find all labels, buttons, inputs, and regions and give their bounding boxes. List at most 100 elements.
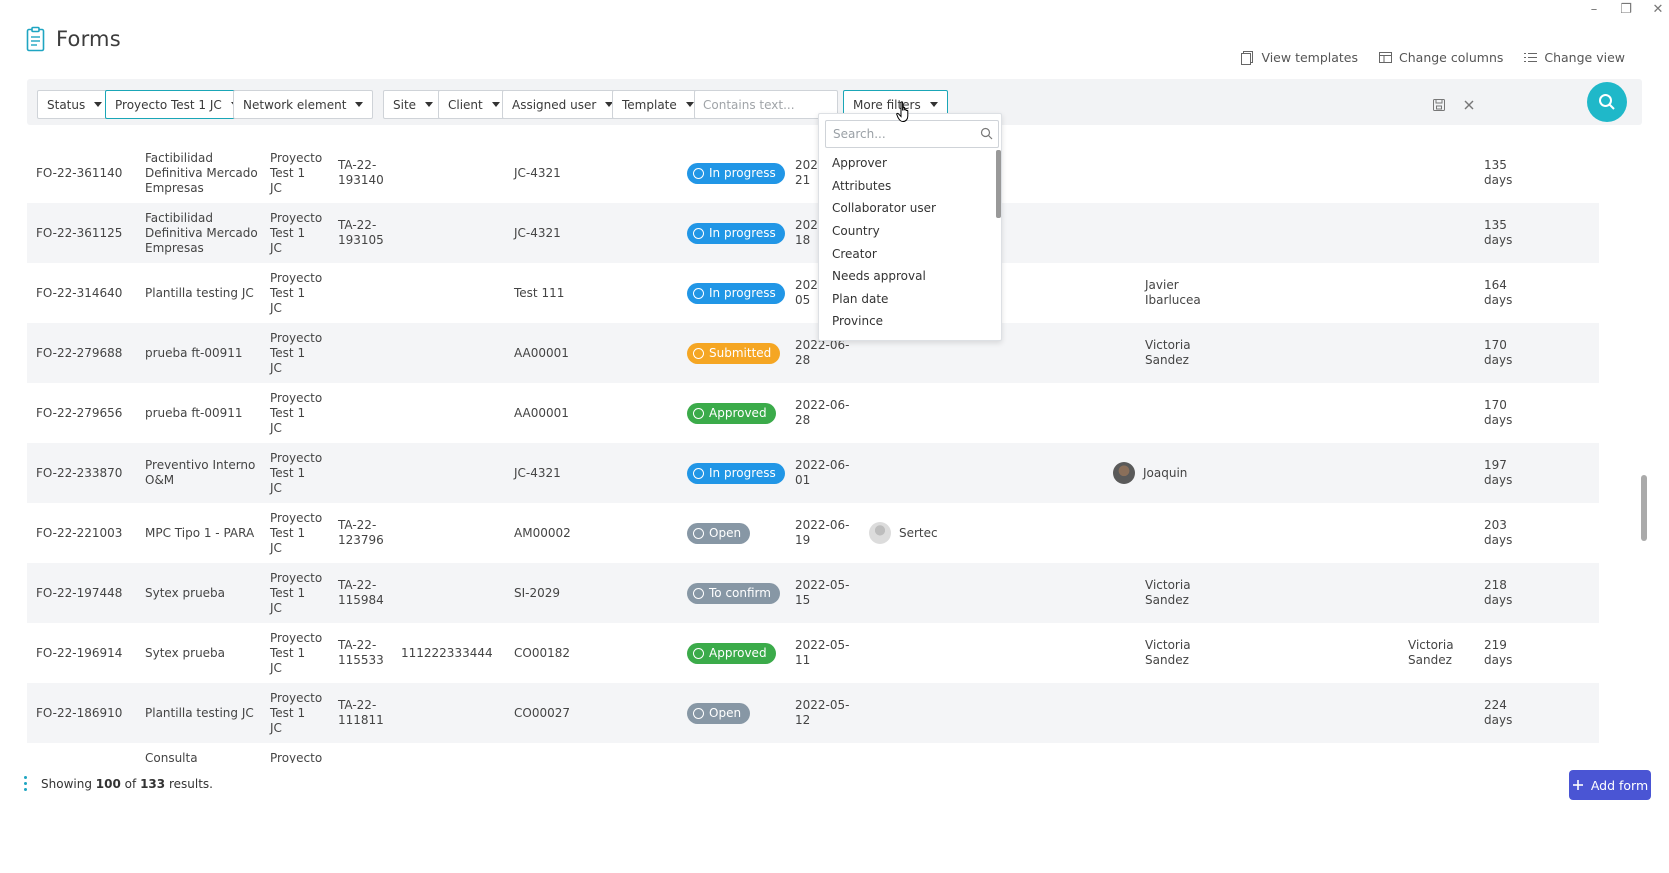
cell-element — [401, 203, 511, 263]
table-row[interactable]: FO-22-279656 prueba ft-00911 Proyecto Test… — [27, 383, 1599, 443]
cell-task: TA-22- 115984 — [338, 563, 398, 623]
status-badge: Approved — [687, 642, 776, 664]
project-filter[interactable]: Proyecto Test 1 JC — [105, 90, 249, 119]
cell-date-text: 2022-06- 28 — [795, 338, 850, 367]
change-columns-button[interactable]: Change columns — [1378, 50, 1503, 65]
contains-text-input[interactable] — [694, 90, 838, 119]
cell-element: 111222333444 — [401, 623, 511, 683]
cell-project-text: Proyecto Test 1 JC — [270, 330, 323, 375]
cell-date-text: 2022-05- 12 — [795, 698, 850, 727]
cell-age: 224 days — [1484, 683, 1534, 743]
cell-project: Proyecto Test 1 JC — [270, 383, 330, 443]
cell-id-text: FO-22-233870 — [36, 465, 123, 480]
table-row[interactable]: FO-22-196914 Sytex prueba Proyecto Test 1 … — [27, 623, 1599, 683]
filter-option-approver[interactable]: Approver — [819, 152, 999, 175]
page-title: Forms — [56, 27, 121, 51]
cell-id: FO-22-233870 — [36, 443, 141, 503]
site-filter[interactable]: Site — [383, 90, 444, 119]
filter-option-province[interactable]: Province — [819, 310, 999, 333]
cell-task-text: TA-22- 193105 — [338, 218, 384, 247]
table-row[interactable]: FO-22-361125 Factibilidad Definitiva Merc… — [27, 203, 1599, 263]
cell-project-text: Proyecto Test 1 JC — [270, 510, 323, 555]
cell-task — [338, 743, 398, 763]
network-element-filter-label: Network element — [243, 97, 347, 112]
cell-date: 2022-05- 11 — [795, 623, 855, 683]
cell-age-text: 219 days — [1484, 638, 1513, 667]
cell-site: JC-4321 — [514, 443, 654, 503]
table-row[interactable]: FO-22-233870 Preventivo Interno O&M Proyec… — [27, 443, 1599, 503]
cell-user-text: Javier Ibarlucea — [1145, 278, 1201, 307]
table-row[interactable]: FO-22-361140 Factibilidad Definitiva Merc… — [27, 143, 1599, 203]
table-row[interactable]: FO-22-314640 Plantilla testing JC Proyecto… — [27, 263, 1599, 323]
cell-project-text: Proyecto Test 1 JC — [270, 450, 323, 495]
templates-icon — [1241, 51, 1254, 65]
cell-id: FO-22-361140 — [36, 143, 141, 203]
table-row[interactable]: FO-22-186910 Plantilla testing JC Proyecto… — [27, 683, 1599, 743]
template-filter[interactable]: Template — [612, 90, 704, 119]
table-scrollbar-thumb[interactable] — [1641, 475, 1647, 541]
client-filter[interactable]: Client — [438, 90, 510, 119]
network-element-filter[interactable]: Network element — [233, 90, 374, 119]
cell-element — [401, 383, 511, 443]
save-filter-icon[interactable] — [1432, 98, 1446, 112]
cell-task: TA-22- 193140 — [338, 143, 398, 203]
restore-icon[interactable]: ❐ — [1619, 2, 1633, 17]
cell-element — [401, 263, 511, 323]
cell-name: Sytex prueba — [145, 563, 260, 623]
cell-site-text: JC-4321 — [514, 225, 561, 240]
cell-user: Joaquin — [1113, 443, 1263, 503]
search-button[interactable] — [1587, 82, 1627, 122]
change-view-button[interactable]: Change view — [1523, 50, 1625, 65]
filter-option-attributes[interactable]: Attributes — [819, 175, 999, 198]
table-row[interactable]: FO-22-221003 MPC Tipo 1 - PARA Proyecto Te… — [27, 503, 1599, 563]
cell-date-text: 2022-06- 01 — [795, 458, 850, 487]
table-row[interactable]: FO-22-279688 prueba ft-00911 Proyecto Test… — [27, 323, 1599, 383]
caret-down-icon — [685, 102, 694, 107]
cell-element — [401, 143, 511, 203]
filter-option-plan-date[interactable]: Plan date — [819, 288, 999, 311]
cell-name: MPC Tipo 1 - PARA — [145, 503, 260, 563]
more-filters-search-input[interactable] — [825, 120, 999, 148]
cell-task: TA-22- 115533 — [338, 623, 398, 683]
cell-project: Proyecto Test 1 JC — [270, 323, 330, 383]
status-filter[interactable]: Status — [37, 90, 113, 119]
filter-option-country[interactable]: Country — [819, 220, 999, 243]
minimize-icon[interactable]: – — [1587, 2, 1601, 17]
cell-name-text: Sytex prueba — [145, 645, 226, 660]
kebab-menu-icon[interactable] — [24, 776, 27, 791]
clear-filters-icon[interactable] — [1462, 98, 1476, 112]
site-filter-label: Site — [393, 97, 417, 112]
cell-status: Submitted — [687, 323, 787, 383]
top-actions: View templates Change columns Change vie… — [1240, 50, 1625, 65]
cell-task — [338, 443, 398, 503]
cell-project-text: Proyecto Test 1 JC — [270, 270, 323, 315]
filter-option-creator[interactable]: Creator — [819, 242, 999, 265]
cell-name-text: Factibilidad Definitiva Mercado Empresas — [145, 210, 258, 255]
cell-id: FO-22-279688 — [36, 323, 141, 383]
table-scrollbar[interactable] — [1641, 140, 1647, 764]
cell-id — [36, 743, 141, 763]
filter-option-needs-approval[interactable]: Needs approval — [819, 265, 999, 288]
add-form-button[interactable]: Add form — [1569, 770, 1651, 800]
assigned-user-filter[interactable]: Assigned user — [502, 90, 624, 119]
cell-assigned: Sertec — [869, 503, 1069, 563]
caret-down-icon — [929, 102, 938, 107]
cell-name-text: prueba ft-00911 — [145, 345, 243, 360]
filter-option-collaborator-user[interactable]: Collaborator user — [819, 197, 999, 220]
view-templates-button[interactable]: View templates — [1240, 50, 1358, 65]
project-filter-label: Proyecto Test 1 JC — [115, 97, 222, 112]
forms-document-icon — [26, 26, 45, 52]
table-row[interactable]: Consulta Proyecto — [27, 743, 1599, 763]
cell-task-text: TA-22- 115984 — [338, 578, 384, 607]
cell-task — [338, 323, 398, 383]
cell-status: In progress — [687, 443, 787, 503]
table-row[interactable]: FO-22-197448 Sytex prueba Proyecto Test 1 … — [27, 563, 1599, 623]
cell-date-text: 202 18 — [795, 218, 818, 247]
cell-age-text: 135 days — [1484, 218, 1513, 247]
cell-id: FO-22-279656 — [36, 383, 141, 443]
cell-age: 135 days — [1484, 203, 1534, 263]
cell-site: JC-4321 — [514, 143, 654, 203]
close-icon[interactable]: ✕ — [1651, 2, 1665, 17]
dropdown-scrollbar-thumb[interactable] — [996, 150, 1001, 218]
cell-date: 2022-06- 28 — [795, 383, 855, 443]
